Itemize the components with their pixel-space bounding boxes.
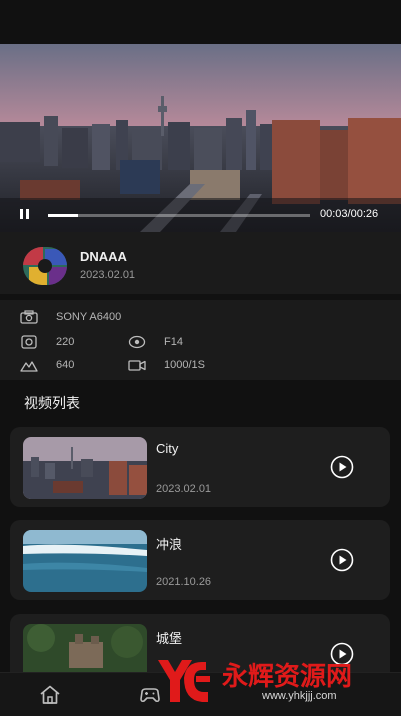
author-panel: DNAAA 2023.02.01	[0, 232, 401, 294]
video-camera-icon	[128, 360, 146, 371]
status-bar	[0, 0, 401, 44]
mountain-icon	[20, 361, 38, 372]
video-card-city[interactable]: City 2023.02.01	[10, 427, 390, 507]
time-display: 00:03/00:26	[320, 208, 379, 220]
video-player[interactable]: 00:03/00:26	[0, 44, 401, 232]
lens-icon	[21, 335, 37, 349]
video-title: 冲浪	[156, 537, 183, 552]
author-name[interactable]: DNAAA	[80, 249, 127, 264]
ocean-wave-image	[23, 530, 147, 592]
aperture-value: F14	[164, 336, 183, 348]
video-thumbnail	[23, 530, 147, 592]
avatar[interactable]	[23, 247, 67, 285]
meta-focal: 640	[20, 358, 74, 372]
home-icon[interactable]	[38, 683, 62, 707]
focal-value: 640	[56, 359, 75, 371]
play-icon[interactable]	[330, 642, 354, 666]
pause-icon	[20, 209, 23, 219]
author-date: 2023.02.01	[80, 269, 136, 281]
progress-fill	[48, 214, 79, 217]
progress-bar[interactable]	[48, 214, 310, 217]
camera-model: SONY A6400	[56, 311, 122, 323]
eye-icon	[128, 335, 146, 349]
section-title: 视频列表	[24, 395, 80, 411]
video-title: 城堡	[156, 631, 183, 646]
video-card-surf[interactable]: 冲浪 2021.10.26	[10, 520, 390, 600]
gamepad-icon[interactable]	[138, 683, 162, 707]
video-thumbnail	[23, 437, 147, 499]
play-icon[interactable]	[330, 455, 354, 479]
play-icon[interactable]	[330, 548, 354, 572]
meta-shutter: 1000/1S	[128, 358, 205, 372]
shutter-value: 1000/1S	[164, 359, 205, 371]
bottom-tab-bar	[0, 672, 401, 716]
player-controls: 00:03/00:26	[0, 198, 401, 232]
video-title: City	[156, 441, 179, 456]
video-date: 2023.02.01	[156, 483, 212, 495]
meta-iso: 220	[20, 335, 74, 349]
video-date: 2021.10.26	[156, 576, 212, 588]
iso-value: 220	[56, 336, 75, 348]
camera-icon	[20, 310, 38, 324]
city-skyline-image	[23, 437, 147, 499]
shot-metadata: SONY A6400 220 F14 640 1000/1S	[0, 300, 401, 380]
meta-camera: SONY A6400	[20, 310, 121, 324]
meta-aperture: F14	[128, 335, 183, 349]
avatar-image	[23, 247, 67, 285]
pause-button[interactable]	[20, 209, 34, 221]
